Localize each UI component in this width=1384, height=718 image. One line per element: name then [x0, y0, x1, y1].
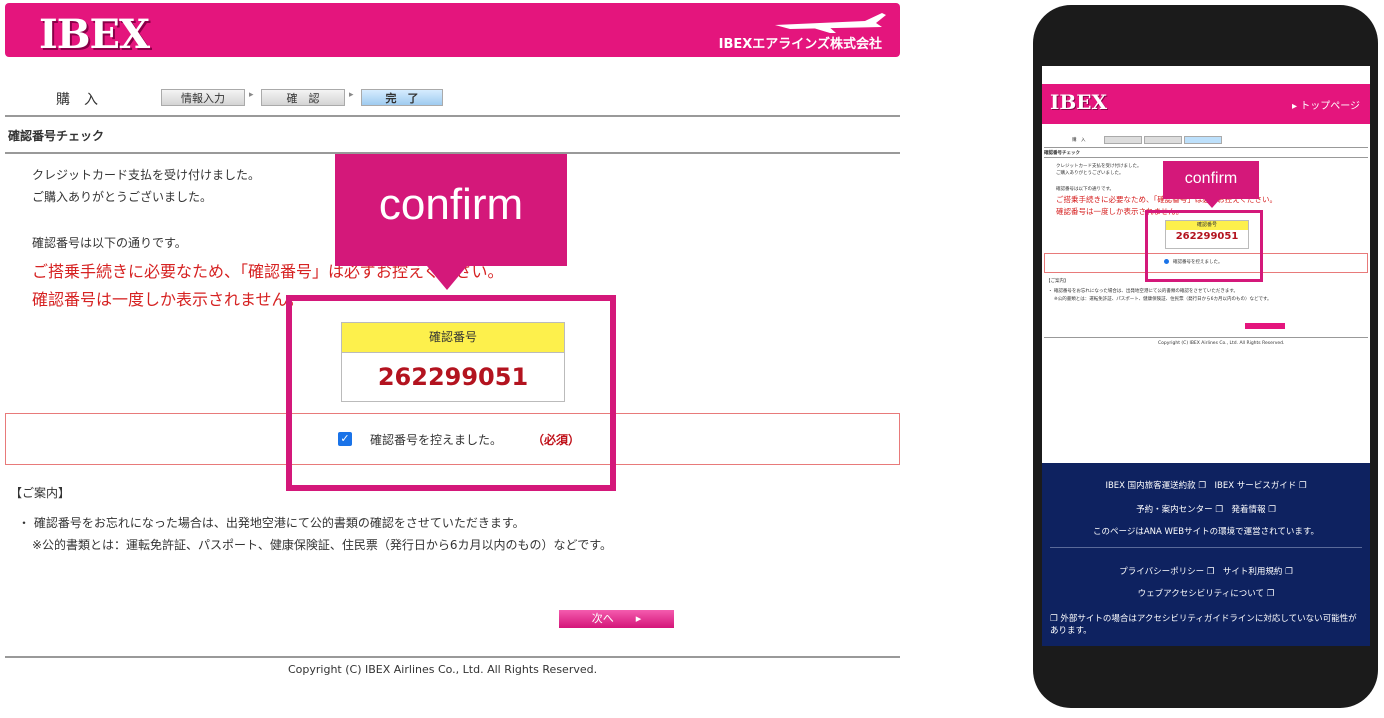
- step-info-input: 情報入力: [161, 89, 245, 106]
- footer-links[interactable]: ウェブアクセシビリティについて ❐: [1042, 587, 1370, 599]
- footer-links[interactable]: プライバシーポリシー ❐ サイト利用規約 ❐: [1042, 565, 1370, 577]
- site-header: IBEX IBEXエアラインズ株式会社: [5, 3, 900, 58]
- warning-text: 確認番号は一度しか表示されません。: [32, 290, 304, 309]
- next-button[interactable]: 次へ ▸: [559, 610, 674, 628]
- next-button[interactable]: [1245, 323, 1285, 329]
- divider: [1044, 337, 1368, 338]
- guide-note: ※公的書類とは：運転免許証、パスポート、健康保険証、住民票（発行日から6カ月以内…: [1054, 297, 1272, 302]
- message-line: ご購入ありがとうございました。: [1056, 171, 1124, 176]
- step-complete: [1184, 136, 1222, 144]
- footer-divider: [1050, 547, 1362, 548]
- intro-text: 確認番号は以下の通りです。: [32, 236, 187, 250]
- message-line: ご購入ありがとうございました。: [32, 190, 213, 204]
- mobile-footer: IBEX 国内旅客運送約款 ❐ IBEX サービスガイド ❐ 予約・案内センター…: [1042, 463, 1370, 646]
- highlight-frame: [1145, 210, 1263, 282]
- footer-note: このページはANA WEBサイトの環境で運営されています。: [1092, 527, 1320, 537]
- airplane-icon: [775, 13, 886, 33]
- top-page-link[interactable]: ▸ トップページ: [1292, 97, 1360, 112]
- next-button-label: 次へ: [591, 612, 614, 625]
- divider: [1044, 147, 1368, 148]
- step-arrow-icon: ▸: [349, 90, 354, 100]
- intro-text: 確認番号は以下の通りです。: [1056, 187, 1115, 192]
- copyright: Copyright (C) IBEX Airlines Co., Ltd. Al…: [1158, 341, 1285, 346]
- step-complete: 完 了: [361, 89, 443, 106]
- footer-links[interactable]: IBEX 国内旅客運送約款 ❐ IBEX サービスガイド ❐: [1042, 479, 1370, 491]
- message-line: クレジットカード支払を受け付けました。: [1056, 164, 1142, 169]
- guide-title: 【ご案内】: [10, 486, 71, 500]
- guide-title: 【ご案内】: [1046, 279, 1069, 284]
- copyright: Copyright (C) IBEX Airlines Co., Ltd. Al…: [288, 663, 598, 676]
- divider: [1044, 157, 1368, 158]
- footer-links[interactable]: 予約・案内センター ❐ 発着情報 ❐: [1042, 503, 1370, 515]
- callout-pointer: [427, 266, 467, 290]
- divider: [5, 656, 900, 658]
- callout-label: confirm: [378, 180, 524, 229]
- section-title: 確認番号チェック: [1044, 151, 1080, 156]
- purchase-label: 購 入: [1072, 138, 1086, 143]
- footer-note: ❐ 外部サイトの場合はアクセシビリティガイドラインに対応していない可能性がありま…: [1050, 614, 1357, 636]
- purchase-label: 購 入: [56, 92, 98, 108]
- ibex-logo[interactable]: IBEX: [39, 11, 150, 58]
- section-title: 確認番号チェック: [8, 129, 105, 143]
- message-line: クレジットカード支払を受け付けました。: [32, 168, 261, 182]
- mobile-steps: 購 入: [1044, 136, 1368, 144]
- ibex-logo[interactable]: IBEX: [1050, 90, 1107, 114]
- callout-pointer: [1204, 199, 1220, 208]
- highlight-frame: [286, 295, 616, 491]
- step-confirm: [1144, 136, 1182, 144]
- step-info-input: [1104, 136, 1142, 144]
- phone-screen: IBEX ▸ トップページ 購 入 確認番号チェック クレジットカード支払を受け…: [1042, 66, 1370, 646]
- callout-label: confirm: [1184, 170, 1238, 187]
- mobile-header: IBEX ▸ トップページ: [1042, 84, 1370, 124]
- company-name: IBEXエアラインズ株式会社: [718, 37, 882, 52]
- guide-text: ・ 確認番号をお忘れになった場合は、出発地空港にて公的書類の確認をさせていただき…: [18, 516, 525, 530]
- guide-text: ・ 確認番号をお忘れになった場合は、出発地空港にて公的書類の確認をさせていただき…: [1048, 289, 1238, 294]
- guide-note: ※公的書類とは：運転免許証、パスポート、健康保険証、住民票（発行日から6カ月以内…: [32, 538, 613, 552]
- step-confirm: 確 認: [261, 89, 345, 106]
- divider: [5, 115, 900, 117]
- step-arrow-icon: ▸: [249, 90, 254, 100]
